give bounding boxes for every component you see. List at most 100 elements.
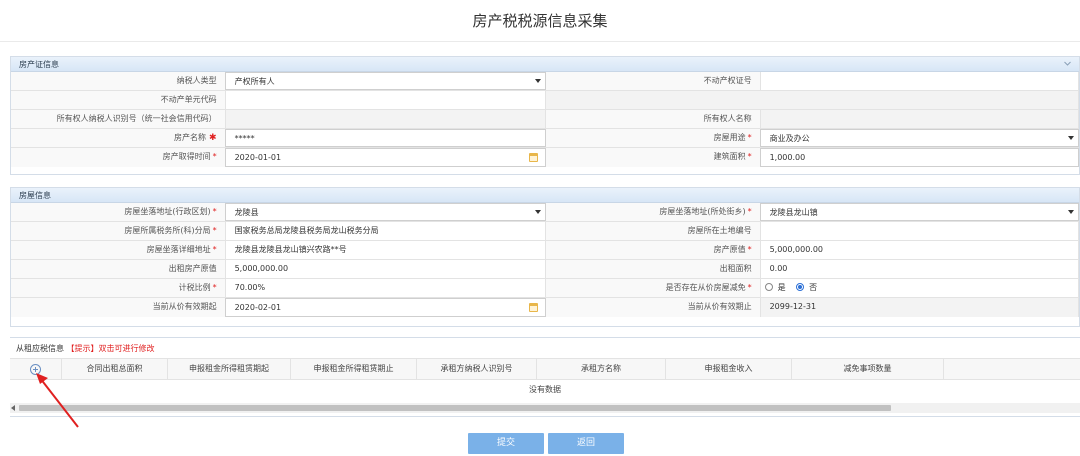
land-no-input[interactable] <box>759 222 1079 240</box>
valid-start-date[interactable]: 2020-02-01 <box>224 298 546 317</box>
form-row: 当前从价有效期起 2020-02-01 当前从价有效期止 2099-12-31 <box>11 298 1079 317</box>
column-header[interactable]: 申报租金所得租赁期起 <box>168 359 291 379</box>
required-mark: * <box>212 245 217 254</box>
acquire-time-date[interactable]: 2020-01-01 <box>224 148 546 167</box>
field-label: 纳税人类型 <box>11 72 225 90</box>
field-label: 房屋所在土地编号 <box>545 222 760 240</box>
required-mark: * <box>212 226 217 235</box>
form-row: 纳税人类型 产权所有人 不动产权证号 <box>11 72 1079 91</box>
empty-cell <box>546 91 1079 109</box>
field-label: 房屋坐落详细地址 * <box>11 241 225 259</box>
field-label: 不动产单元代码 <box>11 91 225 109</box>
orig-value-input[interactable]: 5,000,000.00 <box>759 241 1079 259</box>
scroll-thumb[interactable] <box>19 405 891 411</box>
panel-title: 房产证信息 <box>19 60 59 69</box>
property-cert-input[interactable] <box>759 72 1079 90</box>
required-mark: * <box>747 152 752 161</box>
rent-tax-section: 从租应税信息 【提示】双击可进行修改 合同出租总面积 申报租金所得租赁期起 申报… <box>10 337 1080 417</box>
column-header[interactable]: 申报租金收入 <box>666 359 792 379</box>
form-row: 不动产单元代码 <box>11 91 1079 110</box>
form-row: 所有权人纳税人识别号（统一社会信用代码） 所有权人名称 <box>11 110 1079 129</box>
page-title: 房产税税源信息采集 <box>0 0 1080 42</box>
field-label: 房屋坐落地址(行政区划) * <box>11 203 225 221</box>
table-header: 合同出租总面积 申报租金所得租赁期起 申报租金所得租赁期止 承租方纳税人识别号 … <box>10 358 1080 380</box>
required-mark: * <box>747 283 752 292</box>
panel-title: 房屋信息 <box>19 191 51 200</box>
hint-text: 【提示】双击可进行修改 <box>66 344 155 353</box>
dropdown-arrow-icon[interactable] <box>534 210 541 214</box>
relief-no-radio[interactable] <box>796 282 805 291</box>
required-mark: ✱ <box>209 133 217 143</box>
required-mark: * <box>747 133 752 142</box>
empty-table-message: 没有数据 <box>529 385 561 394</box>
owner-id-value <box>224 110 546 128</box>
form-row: 房屋坐落详细地址 * 龙陵县龙陵县龙山镇兴农路**号 房产原值 * 5,000,00… <box>11 241 1079 260</box>
form-row: 出租房产原值 5,000,000.00 出租面积 0.00 <box>11 260 1079 279</box>
field-label: 出租面积 <box>545 260 760 278</box>
horizontal-scrollbar[interactable] <box>10 403 1080 413</box>
calendar-icon[interactable] <box>528 303 538 312</box>
taxpayer-type-select[interactable]: 产权所有人 <box>224 72 546 90</box>
relief-radio-group: 是 否 <box>759 279 1079 297</box>
required-mark: * <box>747 207 752 216</box>
column-header[interactable]: 减免事项数量 <box>792 359 944 379</box>
owner-name-value <box>759 110 1079 128</box>
field-label: 房产名称 ✱ <box>11 129 225 147</box>
panel-header[interactable]: 房产证信息 <box>11 57 1079 72</box>
field-label: 当前从价有效期起 <box>11 298 225 317</box>
region-select[interactable]: 龙陵县 <box>224 203 546 221</box>
field-label: 出租房产原值 <box>11 260 225 278</box>
build-area-input[interactable]: 1,000.00 <box>759 148 1079 167</box>
form-row: 房产取得时间 * 2020-01-01 建筑面积 * 1,000.00 <box>11 148 1079 167</box>
back-button[interactable]: 返回 <box>548 433 624 454</box>
required-mark: * <box>747 245 752 254</box>
dropdown-arrow-icon[interactable] <box>1067 136 1074 140</box>
column-header[interactable]: 申报租金所得租赁期止 <box>291 359 417 379</box>
calendar-icon[interactable] <box>528 153 538 162</box>
tax-ratio-value: 70.00% <box>224 279 547 297</box>
street-select[interactable]: 龙陵县龙山镇 <box>759 203 1079 221</box>
scroll-left-icon[interactable] <box>11 405 15 411</box>
submit-button[interactable]: 提交 <box>468 433 544 454</box>
form-row: 房产名称 ✱ ***** 房屋用途 * 商业及办公 <box>11 129 1079 148</box>
house-info-panel: 房屋信息 房屋坐落地址(行政区划) * 龙陵县 房屋坐落地址(所处街乡) * 龙陵县… <box>10 187 1080 327</box>
field-label: 建筑面积 * <box>545 148 760 167</box>
field-label: 是否存在从价房屋减免 * <box>546 279 760 297</box>
field-label: 房屋所属税务所(科)分局 * <box>11 222 225 240</box>
field-label: 当前从价有效期止 <box>545 298 760 317</box>
required-mark: * <box>212 283 217 292</box>
dropdown-arrow-icon[interactable] <box>534 79 541 83</box>
field-label: 房产取得时间 * <box>11 148 225 167</box>
form-row: 房屋坐落地址(行政区划) * 龙陵县 房屋坐落地址(所处街乡) * 龙陵县龙山镇 <box>11 203 1079 222</box>
field-label: 房屋坐落地址(所处街乡) * <box>545 203 760 221</box>
chevron-down-icon[interactable] <box>1064 60 1071 67</box>
detail-addr-input[interactable]: 龙陵县龙陵县龙山镇兴农路**号 <box>224 241 546 259</box>
rent-orig-value: 5,000,000.00 <box>224 260 546 278</box>
panel-header[interactable]: 房屋信息 <box>11 188 1079 203</box>
form-row: 计税比例 * 70.00% 是否存在从价房屋减免 * 是 否 <box>11 279 1079 298</box>
field-label: 房屋用途 * <box>545 129 760 147</box>
required-mark: * <box>212 152 217 161</box>
radio-label: 否 <box>809 283 818 292</box>
field-label: 所有权人名称 <box>545 110 760 128</box>
form-row: 房屋所属税务所(科)分局 * 国家税务总局龙陵县税务局龙山税务分局 房屋所在土地编… <box>11 222 1079 241</box>
valid-end-value: 2099-12-31 <box>759 298 1079 317</box>
column-header[interactable]: 承租方纳税人识别号 <box>417 359 537 379</box>
relief-yes-radio[interactable] <box>764 282 773 291</box>
field-label: 计税比例 * <box>11 279 225 297</box>
section-title: 从租应税信息 【提示】双击可进行修改 <box>16 344 155 353</box>
rent-area-value: 0.00 <box>759 260 1079 278</box>
radio-label: 是 <box>777 283 786 292</box>
property-cert-panel: 房产证信息 纳税人类型 产权所有人 不动产权证号 不动产单元代码 所有权人纳税人… <box>10 56 1080 175</box>
field-label: 所有权人纳税人识别号（统一社会信用代码） <box>11 110 225 128</box>
required-mark: * <box>212 207 217 216</box>
dropdown-arrow-icon[interactable] <box>1067 210 1074 214</box>
house-use-select[interactable]: 商业及办公 <box>759 129 1079 147</box>
column-header[interactable]: 承租方名称 <box>537 359 666 379</box>
unit-code-input[interactable] <box>224 91 547 109</box>
field-label: 房产原值 * <box>545 241 760 259</box>
field-label: 不动产权证号 <box>545 72 760 90</box>
annotation-arrow-icon <box>36 373 79 428</box>
tax-office-value: 国家税务总局龙陵县税务局龙山税务分局 <box>224 222 546 240</box>
property-name-input[interactable]: ***** <box>224 129 546 147</box>
